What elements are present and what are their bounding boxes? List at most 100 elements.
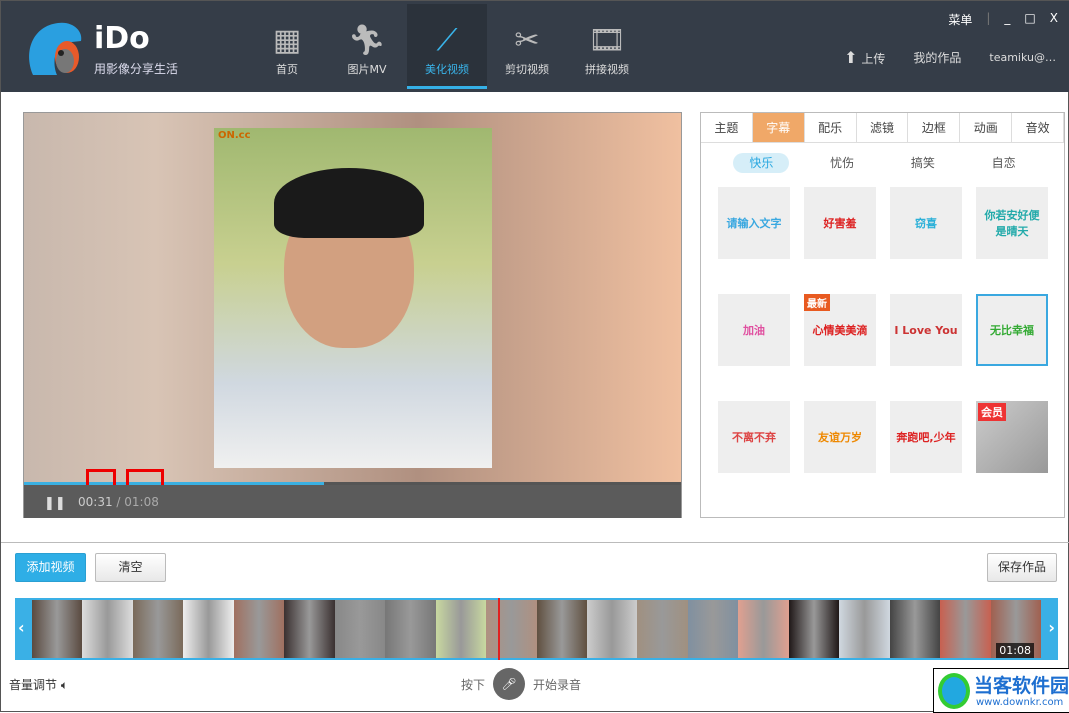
tab-6[interactable]: 音效 xyxy=(1012,113,1065,142)
timeline-thumbnail[interactable] xyxy=(435,600,487,658)
tab-1[interactable]: 字幕 xyxy=(752,113,805,142)
category-0[interactable]: 快乐 xyxy=(733,153,790,173)
timeline-thumbnail[interactable] xyxy=(687,600,739,658)
nav-label: 剪切视频 xyxy=(505,63,549,76)
total-time: 01:08 xyxy=(124,495,159,509)
sticker-text: 会员 xyxy=(978,403,1006,421)
sticker-item[interactable]: 加油 xyxy=(718,294,790,366)
video-player: ON.cc ❚❚ 00:31 / 01:08 xyxy=(23,112,682,518)
tab-2[interactable]: 配乐 xyxy=(805,113,857,142)
timeline-thumbnail[interactable] xyxy=(233,600,285,658)
sticker-item[interactable]: 奔跑吧,少年 xyxy=(890,401,962,473)
caption-categories: 快乐 忧伤 搞笑 自恋 xyxy=(701,143,1064,183)
speaker-icon: 🔈︎ xyxy=(60,678,69,692)
minimize-button[interactable]: _ xyxy=(1004,11,1010,28)
video-watermark: ON.cc xyxy=(218,130,251,141)
close-button[interactable]: X xyxy=(1050,11,1058,28)
upload-icon: ⬆ xyxy=(844,48,858,67)
sticker-item[interactable]: 你若安好便是晴天 xyxy=(976,187,1048,259)
pause-button[interactable]: ❚❚ xyxy=(44,496,66,511)
nav-home[interactable]: ▦ 首页 xyxy=(247,4,327,89)
app-slogan: 用影像分享生活 xyxy=(94,62,179,76)
maximize-button[interactable]: □ xyxy=(1024,11,1035,28)
timeline-thumbnail[interactable] xyxy=(586,600,638,658)
effects-panel: 主题 字幕 配乐 滤镜 边框 动画 音效 快乐 忧伤 搞笑 自恋 请输入文字 好害羞 窃喜 你若安好便是… xyxy=(700,112,1065,518)
tab-3[interactable]: 滤镜 xyxy=(857,113,909,142)
scroll-left-button[interactable]: ‹ xyxy=(18,618,25,637)
app-name: iDo xyxy=(94,21,150,56)
record-control: 按下 🎤︎ 开始录音 xyxy=(461,668,581,700)
nav-join-video[interactable]: 🎞︎ 拼接视频 xyxy=(567,4,647,89)
sticker-item[interactable]: 好害羞 xyxy=(804,187,876,259)
timeline-thumbnail[interactable] xyxy=(132,600,184,658)
control-bar: ❚❚ 00:31 / 01:08 xyxy=(24,485,681,518)
tab-4[interactable]: 边框 xyxy=(908,113,961,142)
dancer-icon: 🏃︎ xyxy=(347,23,387,58)
nav-beautify-video[interactable]: ⟋ 美化视频 xyxy=(407,4,487,89)
sticker-text: 你若安好便是晴天 xyxy=(984,209,1040,238)
nav-cut-video[interactable]: ✂ 剪切视频 xyxy=(487,4,567,89)
sticker-item[interactable]: 友谊万岁 xyxy=(804,401,876,473)
tab-5[interactable]: 动画 xyxy=(960,113,1013,142)
upload-label: 上传 xyxy=(861,52,886,66)
sticker-text: 友谊万岁 xyxy=(818,431,862,444)
clear-button[interactable]: 清空 xyxy=(95,553,166,582)
sticker-grid: 请输入文字 好害羞 窃喜 你若安好便是晴天加油 心情美美滴 最新 I Love You 无比幸… xyxy=(718,187,1048,473)
sticker-text: 请输入文字 xyxy=(726,217,782,230)
timeline-thumbnail[interactable] xyxy=(284,600,335,658)
timeline-filmstrip[interactable]: ‹ 01:08 › xyxy=(15,598,1058,660)
sticker-item[interactable]: 会员 xyxy=(976,401,1048,473)
scroll-right-button[interactable]: › xyxy=(1048,618,1055,637)
site-logo-icon xyxy=(938,673,970,709)
sticker-item[interactable]: 窃喜 xyxy=(890,187,962,259)
user-account[interactable]: teamiku@… xyxy=(989,51,1056,64)
microphone-button[interactable]: 🎤︎ xyxy=(493,668,526,700)
timeline-thumbnail[interactable] xyxy=(889,600,941,658)
timeline-thumbnail[interactable] xyxy=(839,600,890,658)
sticker-item[interactable]: 无比幸福 xyxy=(976,294,1048,366)
timeline-thumbnail[interactable] xyxy=(536,600,587,658)
scissors-icon: ✂ xyxy=(514,23,540,58)
sticker-item[interactable]: 心情美美滴 最新 xyxy=(804,294,876,366)
timeline-thumbnail[interactable] xyxy=(738,600,789,658)
logo-icon xyxy=(29,22,82,75)
upload-button[interactable]: ⬆ 上传 xyxy=(844,48,885,67)
video-canvas[interactable]: ON.cc xyxy=(24,113,681,482)
sticker-text: 加油 xyxy=(743,324,765,337)
volume-control[interactable]: 音量调节 🔈︎ xyxy=(9,676,68,693)
sticker-item[interactable]: I Love You xyxy=(890,294,962,366)
divider: | xyxy=(986,11,991,25)
timeline-thumbnail[interactable] xyxy=(32,600,83,658)
sticker-text: 奔跑吧,少年 xyxy=(896,431,956,444)
category-2[interactable]: 搞笑 xyxy=(895,153,951,173)
divider xyxy=(1,542,1069,543)
category-3[interactable]: 自恋 xyxy=(976,153,1032,173)
sticker-text: 窃喜 xyxy=(915,217,937,230)
timeline-thumbnail[interactable] xyxy=(82,600,133,658)
sticker-item[interactable]: 不离不弃 xyxy=(718,401,790,473)
timeline-thumbnail[interactable] xyxy=(183,600,234,658)
timeline-thumbnail[interactable] xyxy=(788,600,840,658)
time-display: 00:31 / 01:08 xyxy=(78,495,159,509)
add-video-button[interactable]: 添加视频 xyxy=(15,553,86,582)
grid-icon: ▦ xyxy=(272,23,302,58)
tab-0[interactable]: 主题 xyxy=(701,113,753,142)
timeline-thumbnail[interactable] xyxy=(385,600,436,658)
timeline-thumbnail[interactable] xyxy=(940,600,991,658)
category-1[interactable]: 忧伤 xyxy=(814,153,870,173)
main-nav: ▦ 首页 🏃︎ 图片MV ⟋ 美化视频 ✂ 剪切视频 🎞︎ 拼接视频 xyxy=(247,4,647,89)
window-controls: 菜单 | _ □ X xyxy=(948,11,1058,28)
timeline-thumbnail[interactable] xyxy=(486,600,537,658)
header-actions: ⬆ 上传 我的作品 teamiku@… xyxy=(844,48,1056,67)
timeline-thumbnail[interactable] xyxy=(334,600,386,658)
playhead[interactable] xyxy=(498,598,500,660)
sticker-badge: 最新 xyxy=(804,294,830,311)
nav-photo-mv[interactable]: 🏃︎ 图片MV xyxy=(327,4,407,89)
sticker-text: I Love You xyxy=(894,323,958,337)
save-work-button[interactable]: 保存作品 xyxy=(987,553,1057,582)
sticker-item[interactable]: 请输入文字 xyxy=(718,187,790,259)
timeline-thumbnail[interactable] xyxy=(637,600,688,658)
my-works-link[interactable]: 我的作品 xyxy=(913,49,961,66)
sticker-text: 好害羞 xyxy=(823,217,857,230)
menu-button[interactable]: 菜单 xyxy=(948,11,972,28)
